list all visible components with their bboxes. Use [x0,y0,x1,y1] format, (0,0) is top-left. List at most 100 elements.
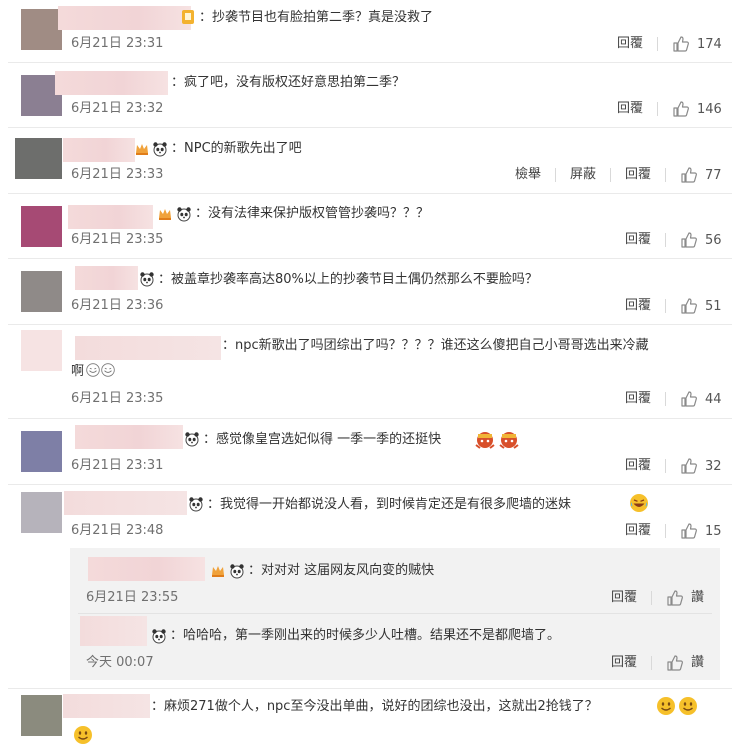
divider [8,127,732,128]
username-blurred[interactable] [75,266,138,290]
like-count: 32 [705,459,722,474]
thumbs-up-icon[interactable] [680,522,698,540]
like-button-label[interactable]: 讚 [691,589,704,607]
divider [610,168,611,182]
panda-badge-icon [139,271,155,287]
laugh-cry-emoji-icon [629,493,649,513]
divider [665,392,666,406]
reply-button[interactable]: 回覆 [625,457,651,475]
divider [555,168,556,182]
reply-text: ：对对对 这届网友风向变的贼快 [248,563,435,578]
thumbs-up-icon[interactable] [680,231,698,249]
comment-time: 6月21日 23:35 [71,232,164,247]
fan-badge-icon [210,563,226,579]
comment-text: ：NPC的新歌先出了吧 [171,141,302,156]
comment-feed: ：抄袭节目也有脸拍第二季？真是没救了 6月21日 23:31 回覆 174 ：疯… [0,0,740,755]
avatar[interactable] [21,492,62,533]
username-blurred[interactable] [63,694,150,718]
comment-text: ：npc新歌出了吗团综出了吗？？？？谁还这么傻把自己小哥哥选出来冷藏 [222,338,649,353]
divider [8,62,732,63]
comment-time: 6月21日 23:35 [71,391,164,406]
comment-time: 6月21日 23:31 [71,36,164,51]
panda-badge-icon [176,206,192,222]
like-count: 146 [697,102,722,117]
divider [8,418,732,419]
username-blurred[interactable] [75,336,221,360]
username-blurred[interactable] [80,616,147,646]
reply-button[interactable]: 回覆 [625,166,651,184]
reply-button[interactable]: 回覆 [617,100,643,118]
divider [665,524,666,538]
reply-text: ：哈哈哈，第一季刚出来的时候多少人吐槽。结果还不是都爬墙了。 [170,628,561,643]
divider [8,688,732,689]
panda-badge-icon [229,563,245,579]
comment-time: 6月21日 23:36 [71,298,164,313]
reply-button[interactable]: 回覆 [625,297,651,315]
thumbs-up-icon[interactable] [680,166,698,184]
smile-emoji-icon [73,725,93,745]
comment-time: 6月21日 23:31 [71,458,164,473]
thumbs-up-icon[interactable] [672,100,690,118]
avatar[interactable] [21,330,62,371]
divider [665,233,666,247]
laugh-cry-emoji-icon [101,363,115,377]
reply-button[interactable]: 回覆 [611,654,637,672]
divider [657,102,658,116]
reply-button[interactable]: 回覆 [625,390,651,408]
avatar[interactable] [15,138,62,179]
panda-badge-icon [188,496,204,512]
username-blurred[interactable] [75,425,183,449]
reply-time: 6月21日 23:55 [86,590,179,605]
comment-text: ：被盖章抄袭率高达80%以上的抄袭节目土偶仍然那么不要脸吗？ [158,272,538,287]
like-button-label[interactable]: 讚 [691,654,704,672]
thumbs-up-icon[interactable] [680,390,698,408]
username-blurred[interactable] [64,491,187,515]
comment-text: ：感觉像皇宫选妃似得 一季一季的还挺快 [203,432,442,447]
username-blurred[interactable] [88,557,205,581]
username-blurred[interactable] [58,6,191,30]
username-blurred[interactable] [55,71,168,95]
block-button[interactable]: 屏蔽 [570,166,596,184]
username-blurred[interactable] [68,205,153,229]
panda-badge-icon [152,141,168,157]
thumbs-up-icon[interactable] [666,589,684,607]
reply-button[interactable]: 回覆 [625,231,651,249]
laugh-cry-emoji-icon [86,363,100,377]
avatar[interactable] [21,431,62,472]
fan-badge-icon [134,141,150,157]
fan-badge-icon [157,206,173,222]
divider [665,299,666,313]
smile-emoji-icon [678,696,698,716]
cheering-emoji-icon [473,428,497,450]
divider [8,324,732,325]
avatar[interactable] [21,271,62,312]
comment-text: ：没有法律来保护版权管管抄袭吗？？？ [195,206,430,221]
reply-button[interactable]: 回覆 [617,35,643,53]
avatar[interactable] [21,695,62,736]
thumbs-up-icon[interactable] [672,35,690,53]
comment-time: 6月21日 23:32 [71,101,164,116]
divider [651,591,652,605]
comment-time: 6月21日 23:33 [71,167,164,182]
reply-time: 今天 00:07 [86,655,154,670]
thumbs-up-icon[interactable] [680,297,698,315]
thumbs-up-icon[interactable] [680,457,698,475]
thumbs-up-icon[interactable] [666,654,684,672]
smile-emoji-icon [656,696,676,716]
like-count: 77 [705,168,722,183]
reply-button[interactable]: 回覆 [625,522,651,540]
avatar[interactable] [21,9,62,50]
like-count: 44 [705,392,722,407]
divider [665,168,666,182]
avatar[interactable] [21,206,62,247]
reply-button[interactable]: 回覆 [611,589,637,607]
divider [8,258,732,259]
username-blurred[interactable] [63,138,135,162]
divider [651,656,652,670]
comment-time: 6月21日 23:48 [71,523,164,538]
vip-badge-icon [180,9,196,25]
comment-text-continued: 啊 [71,364,85,379]
like-count: 174 [697,37,722,52]
report-button[interactable]: 檢舉 [515,166,541,184]
divider [8,484,732,485]
